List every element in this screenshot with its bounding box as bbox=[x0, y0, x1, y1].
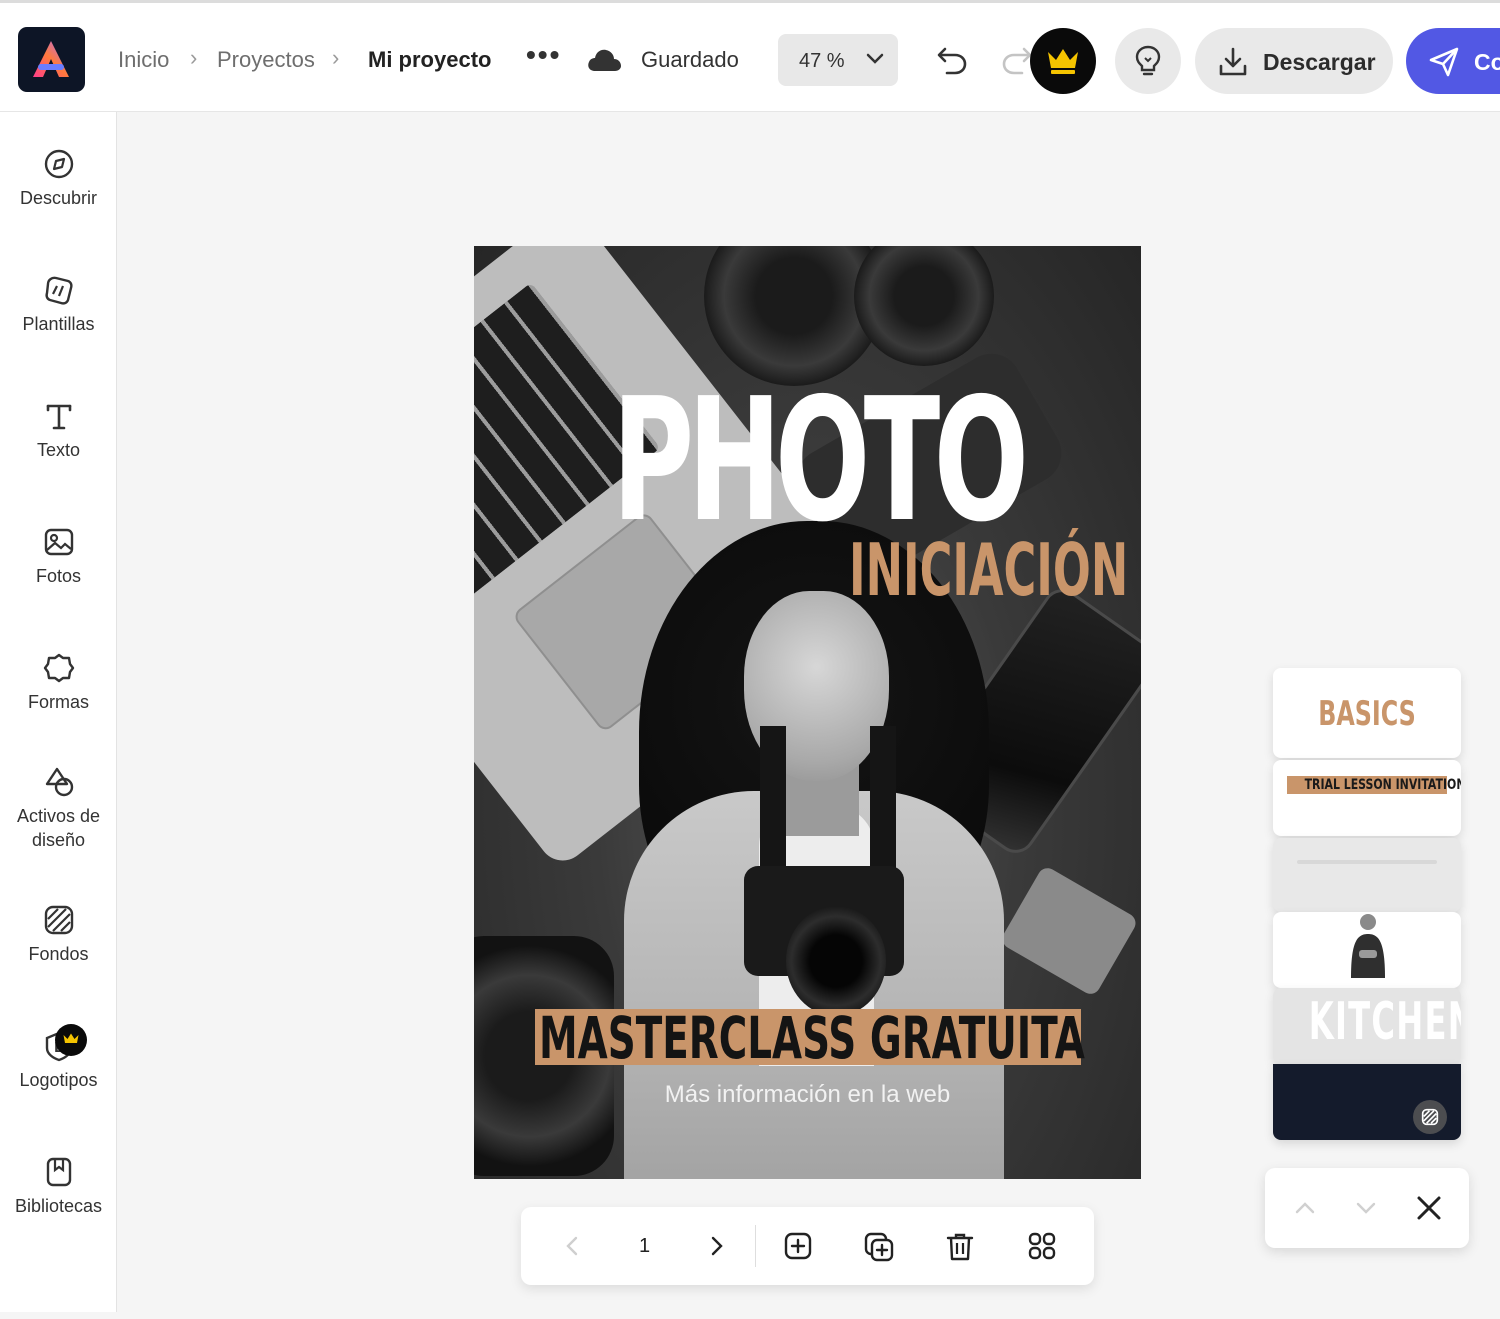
sidebar-item-templates[interactable]: Plantillas bbox=[0, 274, 117, 374]
background-toggle[interactable] bbox=[1413, 1100, 1447, 1134]
left-sidebar: Descubrir Plantillas Texto Fotos Formas … bbox=[0, 112, 117, 1312]
sidebar-item-photos[interactable]: Fotos bbox=[0, 526, 117, 626]
thumbnail-text: BASICS bbox=[1318, 694, 1416, 734]
crown-icon bbox=[1048, 49, 1078, 74]
top-bar: Inicio › Proyectos › Mi proyecto ••• Gua… bbox=[0, 0, 1500, 112]
sidebar-label: Fotos bbox=[35, 566, 82, 586]
save-status: Guardado bbox=[641, 47, 739, 72]
page-number: 1 bbox=[639, 1235, 651, 1257]
premium-button[interactable] bbox=[1030, 28, 1096, 94]
poster-info-text[interactable]: Más información en la web bbox=[474, 1081, 1141, 1109]
chevron-up-icon[interactable] bbox=[1293, 1196, 1317, 1220]
send-icon bbox=[1429, 47, 1459, 77]
page-thumbnail[interactable] bbox=[1273, 1064, 1461, 1140]
trash-icon[interactable] bbox=[945, 1231, 975, 1263]
download-icon bbox=[1219, 47, 1247, 76]
zoom-dropdown[interactable]: 47 % bbox=[778, 34, 898, 86]
design-canvas[interactable]: PHOTO INICIACIÓN MASTERCLASS GRATUITA Má… bbox=[474, 246, 1141, 1179]
thumbnail-banner: TRIAL LESSON INVITATION bbox=[1287, 776, 1461, 794]
camera-lens-image bbox=[786, 906, 886, 1016]
poster-subtitle[interactable]: INICIACIÓN bbox=[849, 534, 1128, 606]
project-name[interactable]: Mi proyecto bbox=[368, 47, 491, 73]
page-thumbnail[interactable] bbox=[1273, 912, 1461, 988]
sidebar-item-text[interactable]: Texto bbox=[0, 400, 117, 500]
sidebar-label: Activos de diseño bbox=[16, 806, 101, 850]
sidebar-label: Formas bbox=[27, 692, 89, 712]
sidebar-item-libraries[interactable]: Bibliotecas bbox=[0, 1156, 117, 1256]
chevron-right-icon[interactable] bbox=[704, 1234, 728, 1258]
library-icon bbox=[46, 1157, 71, 1187]
duplicate-page-icon[interactable] bbox=[863, 1231, 895, 1263]
templates-icon bbox=[44, 276, 73, 305]
sidebar-label: Logotipos bbox=[19, 1070, 98, 1090]
chevron-down-icon bbox=[866, 53, 884, 64]
sidebar-item-logos[interactable]: B Logotipos bbox=[0, 1024, 117, 1130]
design-assets-icon bbox=[45, 767, 73, 797]
grid-view-icon[interactable] bbox=[1027, 1231, 1057, 1261]
sidebar-item-shapes[interactable]: Formas bbox=[0, 652, 117, 752]
page-toolbar: 1 bbox=[521, 1207, 1094, 1285]
page-thumbnail[interactable]: TRIAL LESSON INVITATION bbox=[1273, 760, 1461, 836]
sidebar-item-discover[interactable]: Descubrir bbox=[0, 148, 117, 248]
download-button[interactable]: Descargar bbox=[1195, 28, 1393, 94]
sidebar-item-backgrounds[interactable]: Fondos bbox=[0, 904, 117, 1004]
compass-icon bbox=[44, 149, 73, 179]
page-stack-nav bbox=[1265, 1168, 1469, 1248]
ideas-button[interactable] bbox=[1115, 28, 1181, 94]
premium-badge bbox=[55, 1024, 87, 1056]
sidebar-label: Plantillas bbox=[22, 314, 95, 334]
cloud-icon bbox=[588, 49, 621, 71]
sidebar-label: Descubrir bbox=[19, 188, 98, 208]
breadcrumb-home[interactable]: Inicio bbox=[118, 47, 169, 73]
app-logo[interactable] bbox=[18, 27, 85, 92]
crown-icon bbox=[63, 1033, 79, 1043]
thumbnail-text: KITCHEN bbox=[1308, 992, 1461, 1052]
undo-icon[interactable] bbox=[935, 43, 969, 77]
download-label: Descargar bbox=[1263, 49, 1376, 75]
backgrounds-icon bbox=[44, 905, 73, 935]
poster-banner-text: MASTERCLASS GRATUITA bbox=[539, 1004, 1085, 1072]
shapes-icon bbox=[43, 653, 74, 683]
page-thumbnail[interactable] bbox=[1273, 838, 1461, 912]
add-page-icon[interactable] bbox=[783, 1231, 813, 1261]
chevron-down-icon[interactable] bbox=[1354, 1196, 1378, 1220]
thumbnail-person-image bbox=[1351, 914, 1385, 978]
more-options-button[interactable]: ••• bbox=[526, 39, 561, 71]
app-window: Inicio › Proyectos › Mi proyecto ••• Gua… bbox=[0, 0, 1500, 1319]
breadcrumb-separator-icon: › bbox=[190, 45, 198, 70]
zoom-value: 47 % bbox=[799, 50, 845, 72]
share-button[interactable]: Co bbox=[1406, 28, 1500, 94]
page-thumbnail[interactable]: BASICS bbox=[1273, 668, 1461, 758]
toolbar-divider bbox=[755, 1225, 756, 1267]
lightbulb-icon bbox=[1135, 45, 1161, 76]
thumbnail-line bbox=[1297, 860, 1437, 864]
sidebar-item-design-assets[interactable]: Activos de diseño bbox=[0, 766, 117, 866]
sidebar-label: Texto bbox=[36, 440, 81, 460]
backgrounds-icon bbox=[1421, 1108, 1439, 1126]
sidebar-label: Bibliotecas bbox=[14, 1196, 103, 1216]
redo-icon[interactable] bbox=[1000, 43, 1034, 77]
poster-banner[interactable]: MASTERCLASS GRATUITA bbox=[535, 1009, 1085, 1067]
text-icon bbox=[46, 404, 71, 430]
thumbnail-text: TRIAL LESSON INVITATION bbox=[1304, 777, 1461, 793]
share-label: Co bbox=[1474, 49, 1500, 75]
action-camera-image bbox=[998, 864, 1140, 998]
poster-title[interactable]: PHOTO bbox=[612, 376, 1029, 546]
chevron-left-icon[interactable] bbox=[561, 1234, 585, 1258]
sidebar-label: Fondos bbox=[28, 944, 89, 964]
breadcrumb-projects[interactable]: Proyectos bbox=[217, 47, 315, 73]
breadcrumb-separator-icon: › bbox=[332, 45, 340, 70]
adobe-express-icon bbox=[33, 41, 69, 77]
camera-lens-image bbox=[854, 246, 994, 366]
photo-icon bbox=[44, 528, 73, 556]
page-thumbnail[interactable]: KITCHEN bbox=[1273, 988, 1461, 1064]
close-icon[interactable] bbox=[1415, 1194, 1443, 1222]
